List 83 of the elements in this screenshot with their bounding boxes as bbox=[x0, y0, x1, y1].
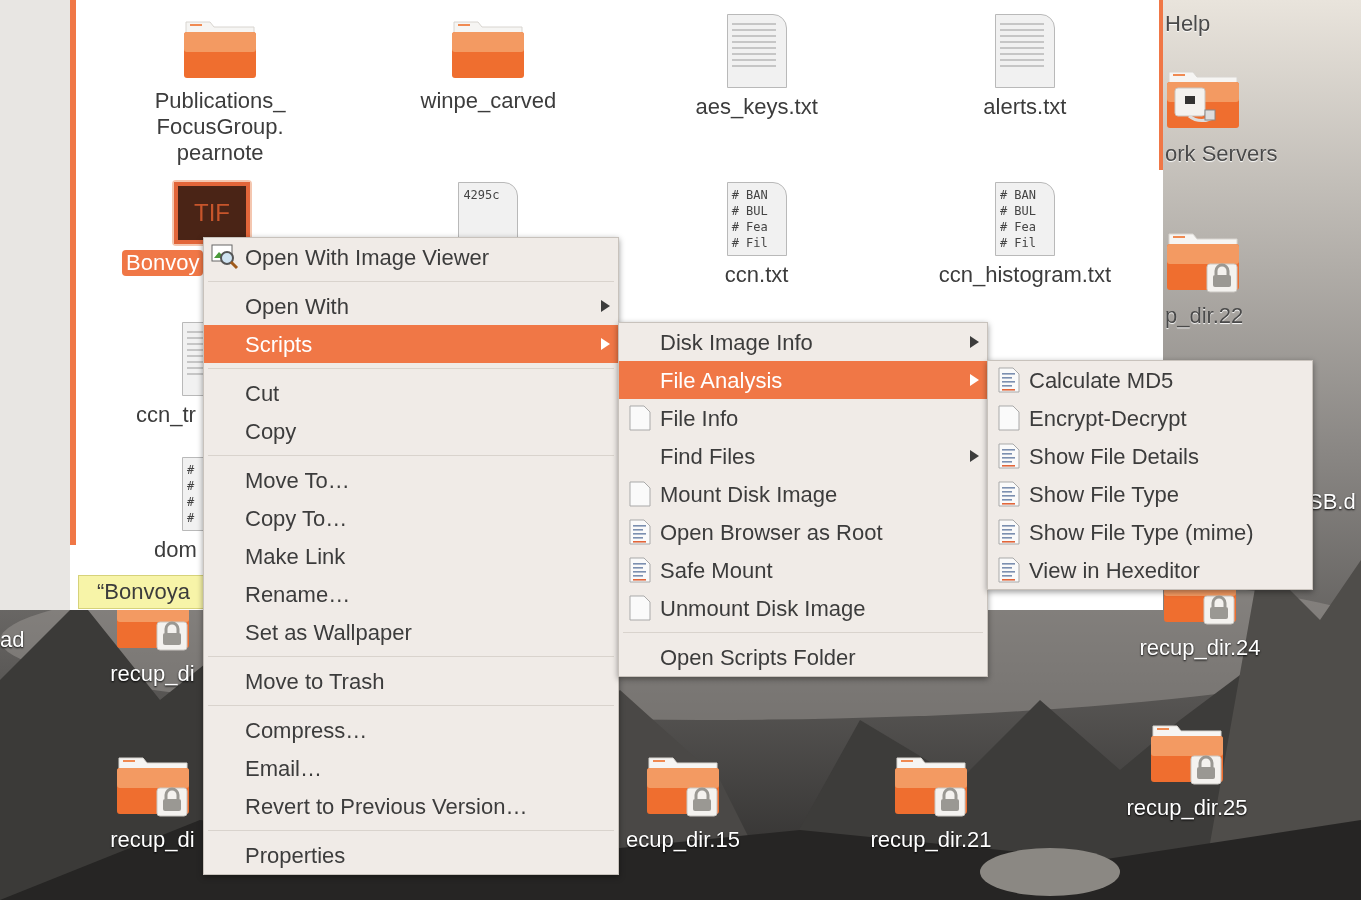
text-file-icon bbox=[997, 367, 1020, 393]
menu-item[interactable]: Show File Details bbox=[988, 437, 1312, 475]
desktop-icon-label[interactable]: ad bbox=[0, 627, 25, 652]
file-name[interactable]: dom bbox=[150, 537, 201, 563]
text-file-icon bbox=[997, 519, 1020, 545]
menu-item[interactable]: Compress… bbox=[204, 711, 618, 749]
file-icon-frame[interactable] bbox=[992, 12, 1057, 90]
file-name[interactable]: alerts.txt bbox=[979, 94, 1071, 120]
desktop-icon-label[interactable]: recup_di bbox=[110, 826, 195, 854]
menu-item[interactable]: Find Files bbox=[619, 437, 987, 475]
menu-item[interactable]: Show File Type (mime) bbox=[988, 513, 1312, 551]
locked-folder-icon bbox=[114, 610, 191, 652]
menu-item[interactable]: Properties bbox=[204, 836, 618, 874]
blank-file-icon bbox=[628, 481, 651, 507]
caret-icon bbox=[601, 338, 610, 350]
menu-item[interactable]: Disk Image Info bbox=[619, 323, 987, 361]
preview-text: # Fea bbox=[731, 219, 769, 235]
menu-item[interactable]: Calculate MD5 bbox=[988, 361, 1312, 399]
text-file-icon bbox=[997, 481, 1020, 507]
scrollbar-thumb[interactable] bbox=[1159, 0, 1163, 170]
preview-text: # bbox=[187, 510, 196, 526]
menu-item[interactable]: Copy bbox=[204, 412, 618, 450]
menu-item[interactable]: View in Hexeditor bbox=[988, 551, 1312, 589]
text-file-icon bbox=[628, 519, 651, 545]
menu-item[interactable]: Open Scripts Folder bbox=[619, 638, 987, 676]
text-file-icon bbox=[997, 443, 1020, 469]
menu-item[interactable]: Move to Trash bbox=[204, 662, 618, 700]
menu-item[interactable]: Cut bbox=[204, 374, 618, 412]
preview-text: # bbox=[187, 462, 196, 478]
menu-item[interactable]: Revert to Previous Version… bbox=[204, 787, 618, 825]
desktop-icon-label[interactable]: ork Servers bbox=[1165, 140, 1278, 168]
menu-item[interactable]: Safe Mount bbox=[619, 551, 987, 589]
text-file-icon bbox=[997, 557, 1020, 583]
text-file-icon bbox=[994, 14, 1055, 88]
desktop-icon-label[interactable]: p_dir.22 bbox=[1165, 302, 1244, 330]
file-icon-frame[interactable] bbox=[724, 12, 789, 90]
menu-item[interactable]: Set as Wallpaper bbox=[204, 613, 618, 651]
file-name[interactable]: winpe_carved bbox=[416, 88, 561, 114]
file-icon-frame[interactable]: # BAN # BUL # Fea # Fil bbox=[992, 180, 1057, 258]
preview-text: # Fil bbox=[731, 235, 769, 251]
menu-item[interactable]: Email… bbox=[204, 749, 618, 787]
preview-text: # Fil bbox=[999, 235, 1037, 251]
file-name[interactable]: aes_keys.txt bbox=[691, 94, 822, 120]
blank-file-icon bbox=[628, 405, 651, 431]
image-viewer-icon bbox=[210, 244, 239, 270]
file-name[interactable]: ccn_tr bbox=[132, 402, 200, 428]
preview-text: TIF bbox=[194, 198, 230, 228]
preview-text: # BAN bbox=[999, 187, 1037, 203]
text-file-icon bbox=[628, 557, 651, 583]
caret-icon bbox=[601, 300, 610, 312]
menu-item[interactable]: Make Link bbox=[204, 537, 618, 575]
file-icon-frame[interactable]: # BAN # BUL # Fea # Fil bbox=[724, 180, 789, 258]
preview-text: # Fea bbox=[999, 219, 1037, 235]
menu-item[interactable]: Encrypt-Decrypt bbox=[988, 399, 1312, 437]
preview-text: # BUL bbox=[999, 203, 1037, 219]
preview-text: # BAN bbox=[731, 187, 769, 203]
menu-item[interactable]: Show File Type bbox=[988, 475, 1312, 513]
desktop-icon-label[interactable]: Help bbox=[1165, 11, 1211, 36]
preview-text: # BUL bbox=[731, 203, 769, 219]
preview-text: 4295c bbox=[463, 187, 501, 203]
blank-file-icon bbox=[997, 405, 1020, 431]
file-name[interactable]: ccn.txt bbox=[720, 262, 793, 288]
menu-item[interactable]: File Info bbox=[619, 399, 987, 437]
desktop-icon-label[interactable]: recup_dir.25 bbox=[1126, 794, 1248, 822]
caret-icon bbox=[970, 374, 979, 386]
desktop-icon-label[interactable]: recup_di bbox=[110, 660, 195, 688]
menu-item[interactable]: Open Browser as Root bbox=[619, 513, 987, 551]
preview-text: # bbox=[187, 494, 196, 510]
file-name[interactable]: ccn_histogram.txt bbox=[934, 262, 1116, 288]
menu-item[interactable]: Mount Disk Image bbox=[619, 475, 987, 513]
blank-file-icon bbox=[628, 595, 651, 621]
desktop-icon-label[interactable]: recup_dir.24 bbox=[1139, 634, 1261, 662]
preview-text: # bbox=[187, 478, 196, 494]
caret-icon bbox=[970, 336, 979, 348]
menu-item[interactable]: Open With bbox=[204, 287, 618, 325]
desktop-icon-label[interactable]: recup_dir.21 bbox=[870, 826, 992, 854]
caret-icon bbox=[970, 450, 979, 462]
menu-item[interactable]: Move To… bbox=[204, 461, 618, 499]
menu-item[interactable]: Copy To… bbox=[204, 499, 618, 537]
file-name[interactable]: Publications_ FocusGroup. pearnote bbox=[150, 88, 290, 166]
desktop-icon-label[interactable]: ecup_dir.15 bbox=[626, 826, 740, 854]
menu-item[interactable]: Unmount Disk Image bbox=[619, 589, 987, 627]
text-file-icon bbox=[726, 14, 787, 88]
